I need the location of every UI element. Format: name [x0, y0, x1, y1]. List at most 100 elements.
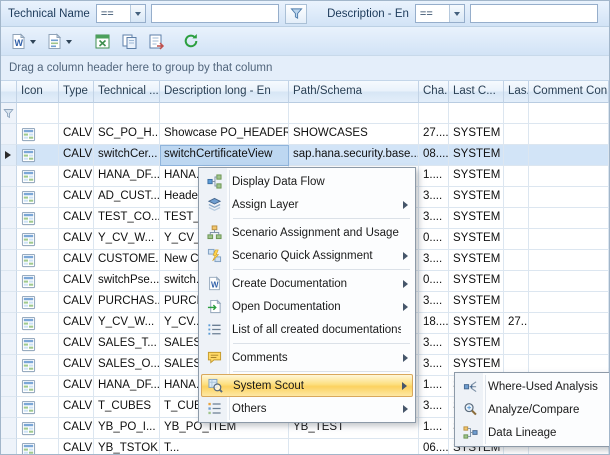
cell-object-icon[interactable]: [17, 271, 59, 292]
table-row[interactable]: CALVswitchCer...switchCertificateViewsap…: [1, 145, 609, 166]
toolbar-button-word-doc[interactable]: W: [6, 30, 40, 53]
cell-changed[interactable]: 1....: [419, 166, 449, 187]
cell-last[interactable]: [504, 229, 529, 250]
cell-changed[interactable]: 0....: [419, 271, 449, 292]
column-header-last[interactable]: Las...: [504, 81, 529, 103]
toolbar-button-copy-grid[interactable]: [117, 30, 142, 53]
cell-last_changed_by[interactable]: SYSTEM: [449, 208, 504, 229]
cell-type[interactable]: CALV: [59, 145, 94, 166]
cell-last[interactable]: [504, 145, 529, 166]
menu-item-data-lineage[interactable]: Data Lineage: [457, 421, 610, 444]
toolbar-button-doc-template[interactable]: [42, 30, 76, 53]
cell-description[interactable]: Showcase PO_HEADER: [160, 124, 289, 145]
filter-options-button[interactable]: [285, 4, 307, 24]
column-header-path[interactable]: Path/Schema: [289, 81, 419, 103]
cell-changed[interactable]: 18....: [419, 313, 449, 334]
cell-technical[interactable]: SC_PO_H...: [94, 124, 160, 145]
cell-technical[interactable]: Y_CV_W...: [94, 313, 160, 334]
cell-technical[interactable]: YB_TSTOK...: [94, 439, 160, 455]
cell-type[interactable]: CALV: [59, 187, 94, 208]
filter-cell-last[interactable]: [504, 103, 529, 124]
cell-changed[interactable]: 27....: [419, 124, 449, 145]
cell-path[interactable]: sap.hana.security.base...: [289, 145, 419, 166]
menu-item-display-data-flow[interactable]: Display Data Flow: [201, 170, 413, 193]
cell-comment[interactable]: [529, 124, 609, 145]
cell-last[interactable]: [504, 208, 529, 229]
cell-technical[interactable]: AD_CUST...: [94, 187, 160, 208]
cell-comment[interactable]: [529, 229, 609, 250]
menu-item-where-used-analysis[interactable]: Where-Used Analysis: [457, 375, 610, 398]
filter-cell-type[interactable]: [59, 103, 94, 124]
cell-type[interactable]: CALV: [59, 166, 94, 187]
cell-object-icon[interactable]: [17, 376, 59, 397]
cell-last[interactable]: [504, 166, 529, 187]
menu-item-analyze-compare[interactable]: Analyze/Compare: [457, 398, 610, 421]
cell-changed[interactable]: 0....: [419, 229, 449, 250]
menu-item-comments[interactable]: Comments: [201, 346, 413, 369]
cell-type[interactable]: CALV: [59, 313, 94, 334]
column-header-changed[interactable]: Cha...: [419, 81, 449, 103]
column-header-last_changed_by[interactable]: Last C...: [449, 81, 504, 103]
cell-last[interactable]: [504, 292, 529, 313]
cell-last_changed_by[interactable]: SYSTEM: [449, 313, 504, 334]
cell-object-icon[interactable]: [17, 439, 59, 455]
cell-object-icon[interactable]: [17, 355, 59, 376]
operator-combo-technical-name[interactable]: ==: [96, 4, 146, 23]
cell-type[interactable]: CALV: [59, 376, 94, 397]
cell-last_changed_by[interactable]: SYSTEM: [449, 124, 504, 145]
cell-technical[interactable]: HANA_DF...: [94, 376, 160, 397]
cell-comment[interactable]: [529, 271, 609, 292]
cell-type[interactable]: CALV: [59, 355, 94, 376]
cell-technical[interactable]: YB_PO_I...: [94, 418, 160, 439]
filter-cell-description[interactable]: [160, 103, 289, 124]
cell-type[interactable]: CALV: [59, 271, 94, 292]
cell-path[interactable]: SHOWCASES: [289, 124, 419, 145]
cell-changed[interactable]: 3....: [419, 187, 449, 208]
cell-comment[interactable]: [529, 334, 609, 355]
cell-description[interactable]: switchCertificateView: [160, 145, 289, 166]
cell-path[interactable]: [289, 439, 419, 455]
cell-last_changed_by[interactable]: SYSTEM: [449, 145, 504, 166]
cell-type[interactable]: CALV: [59, 124, 94, 145]
menu-item-open-documentation[interactable]: Open Documentation: [201, 295, 413, 318]
cell-last[interactable]: 27....: [504, 313, 529, 334]
filter-cell-icon[interactable]: [17, 103, 59, 124]
cell-technical[interactable]: CUSTOME...: [94, 250, 160, 271]
cell-type[interactable]: CALV: [59, 397, 94, 418]
cell-technical[interactable]: PURCHAS...: [94, 292, 160, 313]
combo-dropdown-button[interactable]: [130, 5, 145, 22]
toolbar-button-refresh[interactable]: [179, 30, 203, 53]
cell-object-icon[interactable]: [17, 418, 59, 439]
cell-technical[interactable]: Y_CV_W...: [94, 229, 160, 250]
filter-cell-comment[interactable]: [529, 103, 609, 124]
cell-last_changed_by[interactable]: SYSTEM: [449, 187, 504, 208]
cell-type[interactable]: CALV: [59, 292, 94, 313]
cell-changed[interactable]: 1....: [419, 418, 449, 439]
menu-item-scenario-quick-assignment[interactable]: Scenario Quick Assignment: [201, 244, 413, 267]
column-header-comment[interactable]: Comment Con...: [529, 81, 609, 103]
toolbar-button-export-excel[interactable]: [90, 30, 115, 53]
cell-changed[interactable]: 3....: [419, 208, 449, 229]
cell-object-icon[interactable]: [17, 229, 59, 250]
cell-last_changed_by[interactable]: SYSTEM: [449, 250, 504, 271]
cell-object-icon[interactable]: [17, 292, 59, 313]
cell-object-icon[interactable]: [17, 124, 59, 145]
menu-item-scenario-assignment-and-usage[interactable]: Scenario Assignment and Usage: [201, 221, 413, 244]
cell-last_changed_by[interactable]: SYSTEM: [449, 292, 504, 313]
cell-object-icon[interactable]: [17, 334, 59, 355]
cell-comment[interactable]: [529, 250, 609, 271]
cell-technical[interactable]: T_CUBES: [94, 397, 160, 418]
cell-comment[interactable]: [529, 292, 609, 313]
cell-type[interactable]: CALV: [59, 418, 94, 439]
cell-last[interactable]: [504, 271, 529, 292]
cell-last_changed_by[interactable]: SYSTEM: [449, 334, 504, 355]
menu-item-assign-layer[interactable]: Assign Layer: [201, 193, 413, 216]
cell-technical[interactable]: switchCer...: [94, 145, 160, 166]
column-header-description[interactable]: Description long - En: [160, 81, 289, 103]
cell-last_changed_by[interactable]: SYSTEM: [449, 229, 504, 250]
menu-item-system-scout[interactable]: System Scout: [201, 374, 413, 397]
cell-last[interactable]: [504, 187, 529, 208]
cell-technical[interactable]: SALES_T...: [94, 334, 160, 355]
cell-object-icon[interactable]: [17, 313, 59, 334]
filter-cell-last_changed_by[interactable]: [449, 103, 504, 124]
